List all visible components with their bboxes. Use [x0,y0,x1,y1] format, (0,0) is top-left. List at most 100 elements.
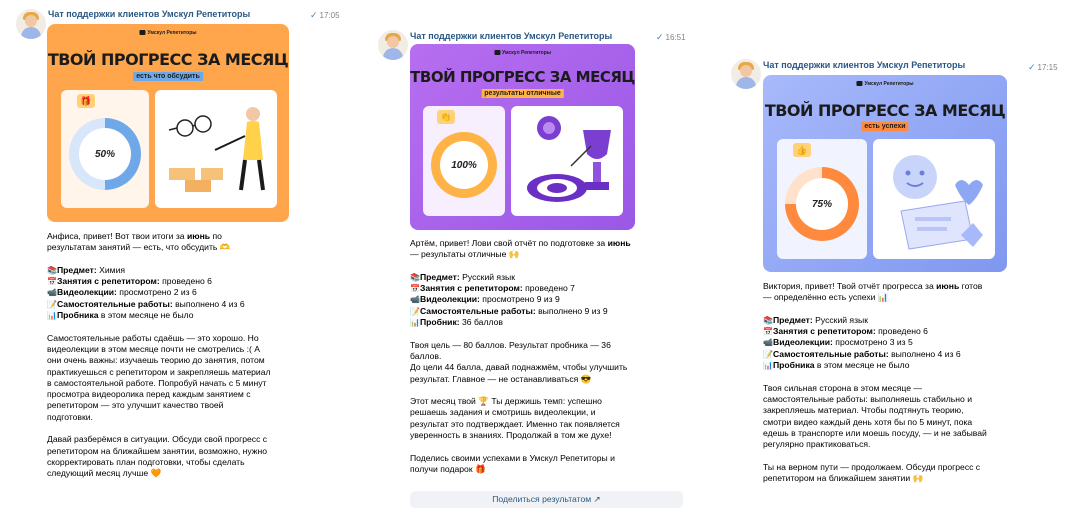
line-text: просмотрено 3 из 5 [832,337,913,348]
line-text: уверенность в знаниях. Продолжай в том ж… [410,430,612,441]
brand-logo: Умскул Репетиторы [139,30,197,36]
line-text: смотри видео каждый день хотя бы по 5 ми… [763,416,973,427]
sender-name[interactable]: Чат поддержки клиентов Умскул Репетиторы [763,60,965,70]
line-text: 36 баллов [459,317,503,328]
line-text: репетитором на ближайшем занятии, возмож… [47,445,268,456]
text-line: следующий месяц лучше 🧡 [47,468,271,479]
read-check-icon: ✓ [310,10,318,20]
text-line: 📝Самостоятельные работы: выполнено 4 из … [47,299,271,310]
text-line: видеолекции в этом месяце почти не смотр… [47,344,271,355]
line-text: Этот месяц твой 🏆 Ты держишь темп: успеш… [410,396,602,407]
message-time: ✓ 17:05 [310,10,340,20]
illustration-panel [511,106,623,216]
thumbs-up-sticker-icon: 👍 [793,143,811,157]
text-line: До цели 44 балла, давай поднажмём, чтобы… [410,362,631,373]
text-line: — определённо есть успехи 📊 [763,292,987,303]
line-bold: Самостоятельные работы: [420,305,536,316]
progress-panel: 👍 75% [777,139,867,259]
line-bold: июнь [936,281,960,291]
line-text: по [210,231,222,241]
line-text: Самостоятельные работы сдаёшь — это хоро… [47,332,259,343]
line-text: просмотрено 2 из 6 [116,287,197,298]
line-text: выполнено 9 из 9 [535,305,608,316]
line-text: Русский язык [459,271,515,282]
line-emoji-icon: 📚 [410,272,420,282]
text-line: Артём, привет! Лови свой отчёт по подгот… [410,238,631,249]
line-text: видеолекции в этом месяце почти не смотр… [47,343,261,354]
line-emoji-icon: 📚 [47,265,57,275]
text-line: едешь в транспорте или моешь посуду, — и… [763,428,987,439]
text-line: 📹Видеолекции: просмотрено 2 из 6 [47,287,271,298]
line-bold: Самостоятельные работы: [773,348,889,359]
line-text: Русский язык [812,314,868,325]
avatar[interactable] [16,9,46,39]
avatar[interactable] [378,30,408,60]
message-text: Анфиса, привет! Вот твои итоги за июнь п… [47,231,271,480]
text-line: 📹Видеолекции: просмотрено 9 из 9 [410,294,631,305]
read-check-icon: ✓ [656,32,664,42]
progress-card-image[interactable]: Умскул Репетиторы ТВОЙ ПРОГРЕСС ЗА МЕСЯЦ… [410,44,635,230]
text-line: Поделись своими успехами в Умскул Репети… [410,453,631,464]
line-bold: Предмет: [57,264,97,275]
text-line: 📝Самостоятельные работы: выполнено 9 из … [410,306,631,317]
line-text: Давай разберёмся в ситуации. Обсуди свой… [47,434,268,445]
line-bold: июнь [607,238,631,248]
line-text: просмотра видеоролика перед каждым занят… [47,389,251,400]
line-emoji-icon: 📹 [47,288,57,298]
line-emoji-icon: 📝 [410,306,420,316]
line-text: готов [959,281,983,291]
text-line: 📹Видеолекции: просмотрено 3 из 5 [763,337,987,348]
emoji-laptop-illustration-icon [893,155,983,250]
line-text: До цели 44 балла, давай поднажмём, чтобы… [410,362,628,373]
text-line: 📊Пробника в этом месяце не было [763,360,987,371]
sender-name[interactable]: Чат поддержки клиентов Умскул Репетиторы [48,9,250,19]
line-text: результат. Главное — не останавливаться … [410,373,592,384]
text-line: они очень важны: изучаешь теорию до заня… [47,355,271,366]
line-emoji-icon: 📅 [47,277,57,287]
read-check-icon: ✓ [1028,62,1036,72]
line-text: выполнено 4 из 6 [888,348,961,359]
message-text: Виктория, привет! Твой отчёт прогресса з… [763,281,987,484]
line-emoji-icon: 📊 [47,311,57,321]
line-text: Твоя цель — 80 баллов. Результат пробник… [410,339,611,350]
line-text: Ты на верном пути — продолжаем. Обсуди п… [763,461,981,472]
share-result-button[interactable]: Поделиться результатом ↗ [410,491,683,508]
card-title: ТВОЙ ПРОГРЕСС ЗА МЕСЯЦ [47,50,289,69]
text-line: скорректировать план подготовки, чтобы с… [47,457,271,468]
line-text: практикуешься с репетитором и закрепляеш… [47,366,271,377]
student-illustration-icon [168,107,265,192]
card-subtitle: есть что обсудить [133,72,203,81]
text-line: уверенность в знаниях. Продолжай в том ж… [410,430,631,441]
brand-logo: Умскул Репетиторы [493,50,551,56]
progress-percent: 75% [796,178,848,230]
text-line: результатам занятий — есть, что обсудить… [47,242,271,253]
progress-panel: 🎁 50% [61,90,149,208]
progress-card-image[interactable]: Умскул Репетиторы ТВОЙ ПРОГРЕСС ЗА МЕСЯЦ… [47,24,289,222]
text-line: 📝Самостоятельные работы: выполнено 4 из … [763,349,987,360]
avatar[interactable] [731,59,761,89]
line-bold: Видеолекции: [773,337,833,348]
line-bold: Пробника [773,360,815,371]
line-text: самостоятельные работы: выполняешь стаби… [763,393,972,404]
line-bold: Занятия с репетитором: [57,276,160,287]
line-emoji-icon: 📚 [763,315,773,325]
gift-sticker-icon: 🎁 [77,94,95,108]
text-line: 📅Занятия с репетитором: проведено 6 [763,326,987,337]
card-title: ТВОЙ ПРОГРЕСС ЗА МЕСЯЦ [410,68,635,86]
text-line: регулярно практиковаться. [763,439,987,450]
sender-name[interactable]: Чат поддержки клиентов Умскул Репетиторы [410,31,612,41]
text-line: 📚Предмет: Русский язык [763,315,987,326]
progress-card-image[interactable]: Умскул Репетиторы ТВОЙ ПРОГРЕСС ЗА МЕСЯЦ… [763,75,1007,272]
line-bold: Занятия с репетитором: [773,326,876,337]
text-line: 📊Пробника в этом месяце не было [47,310,271,321]
text-line: получи подарок 🎁 [410,464,631,475]
progress-percent: 100% [440,141,488,189]
message-text: Артём, привет! Лови свой отчёт по подгот… [410,238,631,475]
line-text: Артём, привет! Лови свой отчёт по подгот… [410,238,608,248]
line-emoji-icon: 📝 [763,349,773,359]
line-text: выполнено 4 из 6 [172,298,245,309]
